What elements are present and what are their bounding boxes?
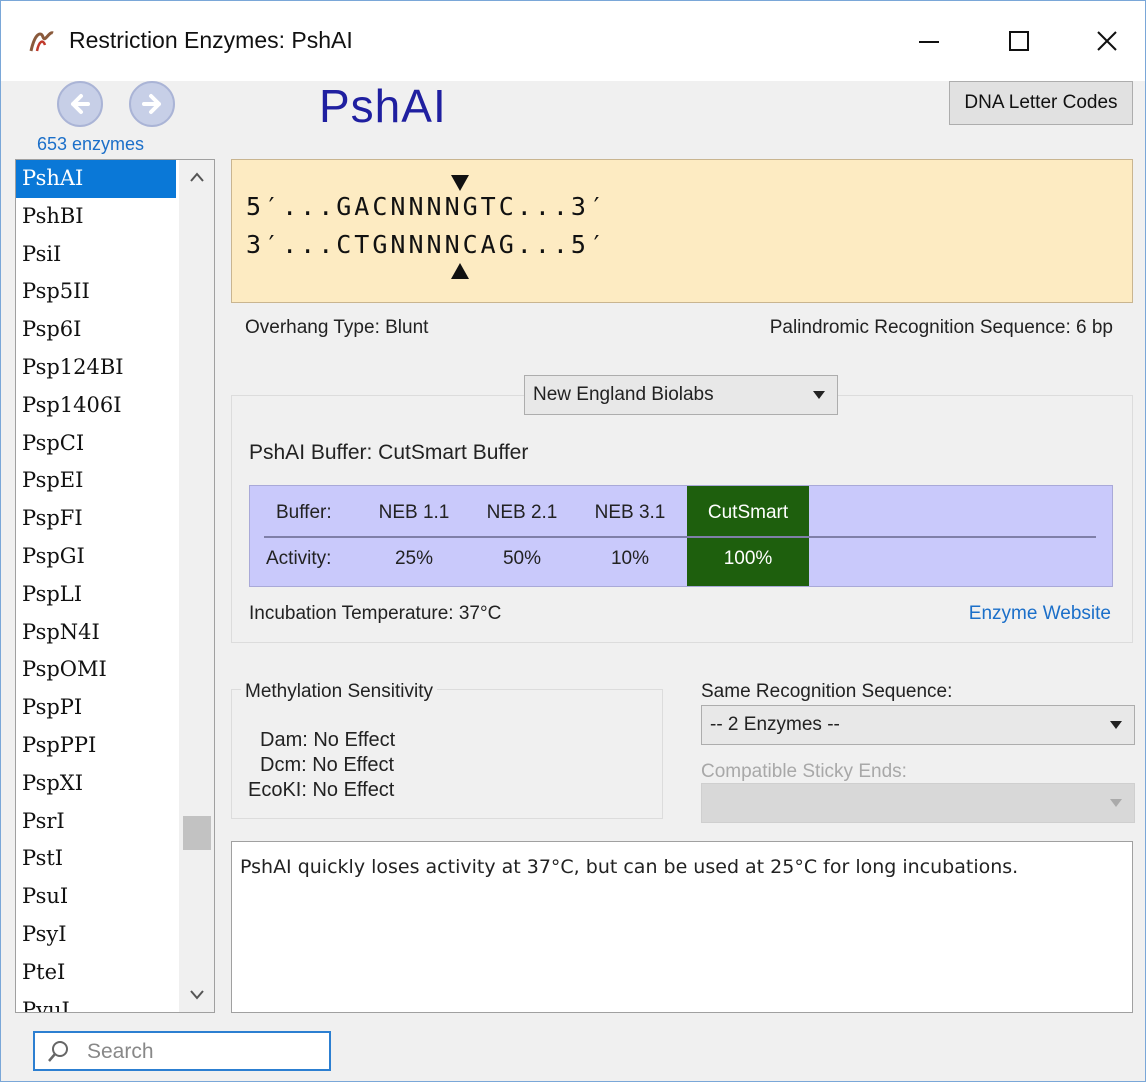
activity-neb31: 10% (610, 548, 650, 569)
list-item[interactable]: PspOMI (16, 651, 176, 689)
enzyme-name-heading: PshAI (319, 80, 447, 132)
close-icon (1097, 31, 1117, 51)
buffer-row-label: Buffer: (276, 502, 332, 523)
window-title: Restriction Enzymes: PshAI (69, 27, 353, 53)
list-item[interactable]: PspLI (16, 576, 176, 614)
compatible-sticky-ends-label: Compatible Sticky Ends: (701, 761, 907, 782)
top-cut-site-marker (451, 175, 469, 191)
methylation-sensitivity-title: Methylation Sensitivity (241, 681, 437, 703)
compatible-sticky-ends-dropdown (701, 783, 1135, 823)
forward-button[interactable] (129, 81, 175, 127)
forward-arrow-icon (142, 94, 161, 114)
back-button[interactable] (57, 81, 103, 127)
list-item[interactable]: PspGI (16, 538, 176, 576)
maximize-button[interactable] (989, 15, 1049, 67)
list-item[interactable]: Psp1406I (16, 387, 176, 425)
dropdown-caret-icon (1110, 721, 1122, 729)
activity-row-label: Activity: (266, 548, 332, 569)
dna-letter-codes-button[interactable]: DNA Letter Codes (949, 81, 1133, 125)
scroll-up-button[interactable] (179, 160, 214, 194)
list-item[interactable]: Psp5II (16, 273, 176, 311)
list-item[interactable]: PspPPI (16, 727, 176, 765)
enzyme-count: 653 enzymes (37, 134, 145, 154)
list-item[interactable]: PsrI (16, 803, 176, 841)
methylation-dam: Dam: No Effect (260, 729, 396, 751)
list-item[interactable]: PspN4I (16, 614, 176, 652)
chevron-down-icon (189, 990, 204, 1000)
list-item[interactable]: PstI (16, 840, 176, 878)
enzyme-list-scrollbar[interactable] (179, 160, 214, 1012)
back-arrow-icon (71, 94, 90, 114)
list-item[interactable]: PsuI (16, 878, 176, 916)
supplier-selected: New England Biolabs (533, 384, 714, 405)
list-item[interactable]: PspPI (16, 689, 176, 727)
chevron-up-icon (189, 172, 204, 182)
list-item[interactable]: Psp124BI (16, 349, 176, 387)
list-item[interactable]: PshBI (16, 198, 176, 236)
dropdown-caret-icon (813, 391, 825, 399)
maximize-icon (1009, 31, 1029, 51)
list-item[interactable]: PvuI (16, 992, 176, 1012)
dropdown-caret-icon (1110, 799, 1122, 807)
restriction-enzymes-window: Restriction Enzymes: PshAI 653 enzymes P… (0, 0, 1146, 1082)
activity-neb11: 25% (394, 548, 434, 569)
list-item[interactable]: PsyI (16, 916, 176, 954)
scroll-thumb[interactable] (183, 816, 211, 850)
title-bar: Restriction Enzymes: PshAI (1, 1, 1145, 81)
methylation-ecoki: EcoKI: No Effect (248, 779, 395, 801)
same-recognition-selected: -- 2 Enzymes -- (710, 714, 840, 735)
buffer-neb21: NEB 2.1 (486, 502, 558, 523)
sequence-bottom-strand: 3′...CTGNNNNCAG...5′ (246, 230, 608, 259)
overhang-type: Overhang Type: Blunt (245, 317, 429, 338)
close-button[interactable] (1077, 15, 1137, 67)
same-recognition-dropdown[interactable]: -- 2 Enzymes -- (701, 705, 1135, 745)
buffer-neb31: NEB 3.1 (594, 502, 666, 523)
list-item[interactable]: PteI (16, 954, 176, 992)
incubation-temperature: Incubation Temperature: 37°C (249, 603, 502, 624)
list-item[interactable]: PshAI (16, 160, 176, 198)
list-item[interactable]: PspXI (16, 765, 176, 803)
table-divider (264, 536, 1096, 538)
buffer-cutsmart: CutSmart (707, 502, 789, 523)
search-box[interactable] (33, 1031, 331, 1071)
list-item[interactable]: PsiI (16, 236, 176, 274)
activity-cutsmart: 100% (723, 548, 773, 569)
enzyme-list[interactable]: PshAI PshBI PsiI Psp5II Psp6I Psp124BI Psp1406… (15, 159, 215, 1013)
sequence-top-strand: 5′...GACNNNNGTC...3′ (246, 192, 608, 221)
same-recognition-label: Same Recognition Sequence: (701, 681, 953, 702)
methylation-dcm: Dcm: No Effect (260, 754, 395, 776)
list-item[interactable]: PspFI (16, 500, 176, 538)
buffer-activity-table: Buffer: Activity: NEB 1.1 25% NEB 2.1 50… (249, 485, 1113, 587)
list-item[interactable]: Psp6I (16, 311, 176, 349)
bottom-cut-site-marker (451, 263, 469, 279)
buffer-label: PshAI Buffer: CutSmart Buffer (249, 441, 529, 464)
activity-neb21: 50% (502, 548, 542, 569)
supplier-dropdown[interactable]: New England Biolabs (524, 375, 838, 415)
list-item[interactable]: PspCI (16, 425, 176, 463)
list-item[interactable]: PspEI (16, 462, 176, 500)
minimize-icon (919, 41, 939, 43)
app-logo-icon (29, 31, 54, 52)
scroll-down-button[interactable] (179, 978, 214, 1012)
enzyme-website-link[interactable]: Enzyme Website (969, 603, 1111, 625)
buffer-neb11: NEB 1.1 (378, 502, 450, 523)
search-input[interactable] (87, 1037, 317, 1067)
enzyme-notes[interactable]: PshAI quickly loses activity at 37°C, bu… (231, 841, 1133, 1013)
minimize-button[interactable] (899, 15, 959, 67)
palindromic-recognition-sequence: Palindromic Recognition Sequence: 6 bp (769, 317, 1113, 338)
recognition-sequence-panel: 5′...GACNNNNGTC...3′ 3′...CTGNNNNCAG...5… (231, 159, 1133, 303)
search-icon (48, 1041, 68, 1062)
